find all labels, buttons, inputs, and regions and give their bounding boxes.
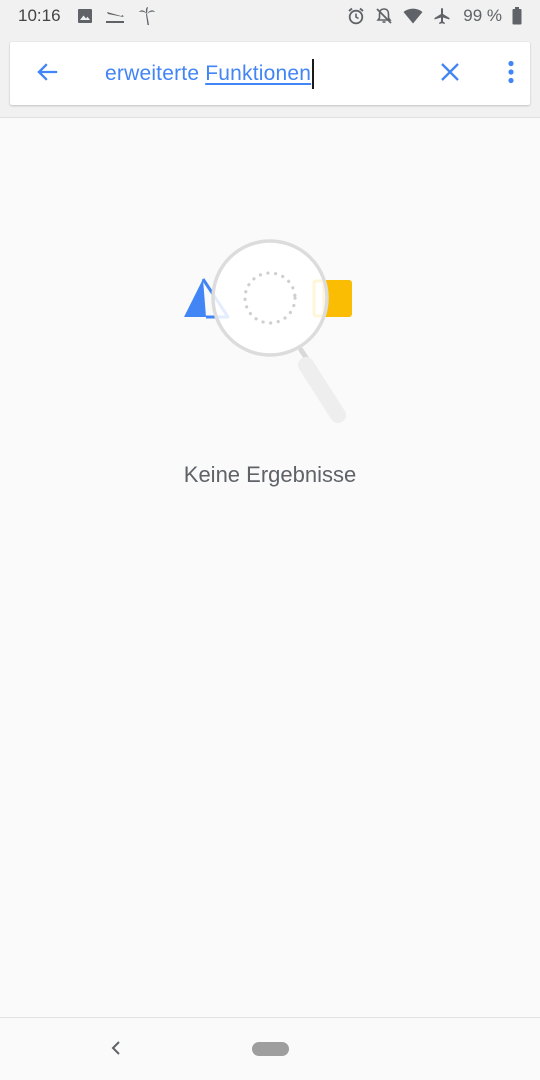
system-nav-bar [0,1017,540,1080]
status-bar: 10:16 99 % [0,0,540,32]
no-results-illustration [180,232,360,432]
more-vert-icon [507,60,515,89]
search-header: erweiterte Funktionen [0,32,540,118]
search-query-word1: erweiterte [105,62,200,85]
status-right-icons: 99 % [347,6,522,26]
close-icon [440,62,460,87]
notifications-off-icon [375,7,393,25]
airplane-mode-icon [433,7,451,25]
palm-tree-icon [137,6,157,26]
nav-back-button[interactable] [104,1038,128,1062]
search-query-word2: Funktionen [205,62,312,85]
chevron-left-icon [110,1040,122,1061]
triangle-shape [184,279,206,317]
wifi-icon [403,8,423,24]
battery-percent: 99 % [463,6,502,25]
more-options-button[interactable] [496,58,526,90]
clear-button[interactable] [435,59,465,89]
flight-land-icon [105,8,125,24]
status-left-icons [77,6,157,26]
battery-icon [512,7,522,25]
search-input[interactable]: erweiterte Funktionen [105,58,315,90]
home-pill-button[interactable] [252,1042,289,1056]
image-icon [77,8,93,24]
back-button[interactable] [32,59,62,89]
arrow-back-icon [35,60,59,89]
alarm-icon [347,7,365,25]
status-time: 10:16 [18,6,61,25]
text-cursor [312,59,315,89]
no-results-message: Keine Ergebnisse [183,462,357,487]
search-bar: erweiterte Funktionen [10,42,530,105]
